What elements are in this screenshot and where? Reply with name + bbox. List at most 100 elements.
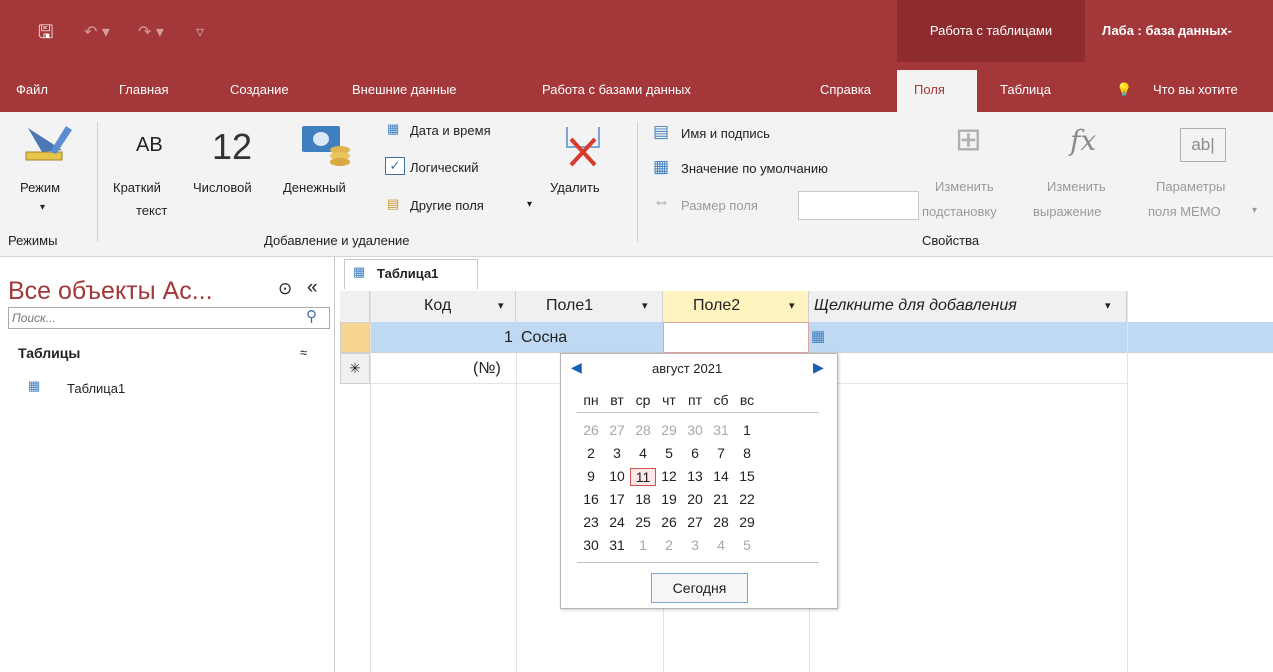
- calendar-day[interactable]: 30: [682, 422, 708, 438]
- calendar-day[interactable]: 8: [734, 445, 760, 461]
- column-header-pole2[interactable]: Поле2 ▾: [663, 291, 809, 322]
- nav-search-input[interactable]: [8, 307, 330, 329]
- name-caption-button[interactable]: Имя и подпись: [681, 126, 770, 141]
- calendar-day[interactable]: 1: [630, 537, 656, 553]
- calendar-day[interactable]: 20: [682, 491, 708, 507]
- collapse-section-icon[interactable]: ≈: [300, 345, 307, 360]
- calendar-day[interactable]: 24: [604, 514, 630, 530]
- chevron-down-icon[interactable]: ▾: [789, 299, 795, 312]
- prev-month-icon[interactable]: ◀: [571, 359, 582, 376]
- calendar-day[interactable]: 15: [734, 468, 760, 484]
- calendar-day[interactable]: 17: [604, 491, 630, 507]
- chevron-down-icon[interactable]: ▾: [498, 299, 504, 312]
- tab-file[interactable]: Файл: [16, 82, 48, 97]
- search-icon[interactable]: ⚲: [306, 307, 317, 325]
- calendar-day[interactable]: 4: [708, 537, 734, 553]
- row-selector[interactable]: [340, 322, 370, 353]
- cell-pole1[interactable]: Сосна: [521, 329, 567, 347]
- delete-field-icon[interactable]: [563, 125, 603, 169]
- column-header-kod[interactable]: Код ▾: [370, 291, 516, 322]
- calendar-day[interactable]: 7: [708, 445, 734, 461]
- chevron-down-icon[interactable]: ▾: [1105, 299, 1111, 312]
- nav-section-tables[interactable]: Таблицы: [18, 345, 80, 361]
- calendar-day[interactable]: 27: [604, 422, 630, 438]
- default-value-button[interactable]: Значение по умолчанию: [681, 161, 828, 176]
- calendar-day[interactable]: 2: [578, 445, 604, 461]
- nav-pane-title[interactable]: Все объекты Ac...: [8, 277, 213, 306]
- calendar-day[interactable]: 16: [578, 491, 604, 507]
- field-size-input[interactable]: [798, 191, 919, 220]
- currency-button[interactable]: Денежный: [283, 180, 346, 195]
- date-picker[interactable]: ◀ август 2021 ▶ пн вт ср чт пт сб вс 26 2…: [560, 353, 838, 609]
- calendar-day[interactable]: 27: [682, 514, 708, 530]
- calendar-day[interactable]: 31: [604, 537, 630, 553]
- tab-help[interactable]: Справка: [820, 82, 871, 97]
- calendar-day[interactable]: 28: [708, 514, 734, 530]
- logical-button[interactable]: Логический: [410, 160, 478, 175]
- calendar-day[interactable]: 23: [578, 514, 604, 530]
- calendar-day[interactable]: 3: [604, 445, 630, 461]
- tab-create[interactable]: Создание: [230, 82, 289, 97]
- datetime-button[interactable]: Дата и время: [410, 123, 491, 138]
- more-fields-button[interactable]: Другие поля: [410, 198, 484, 213]
- document-tab[interactable]: ▦ Таблица1: [344, 259, 478, 289]
- tab-external-data[interactable]: Внешние данные: [352, 82, 457, 97]
- active-cell[interactable]: [663, 322, 809, 353]
- tab-database-tools[interactable]: Работа с базами данных: [542, 82, 691, 97]
- calendar-day[interactable]: 25: [630, 514, 656, 530]
- calendar-day[interactable]: 21: [708, 491, 734, 507]
- calendar-day[interactable]: 14: [708, 468, 734, 484]
- customize-qat-icon[interactable]: ▿: [196, 22, 204, 42]
- calendar-day[interactable]: 29: [656, 422, 682, 438]
- chevron-down-icon[interactable]: ▾: [527, 199, 532, 210]
- save-icon[interactable]: 🖫: [38, 20, 53, 50]
- number-icon[interactable]: 12: [212, 126, 252, 168]
- tab-table[interactable]: Таблица: [1000, 82, 1051, 97]
- collapse-pane-icon[interactable]: «: [307, 277, 318, 299]
- date-picker-icon[interactable]: ▦: [811, 327, 825, 345]
- calendar-day[interactable]: 12: [656, 468, 682, 484]
- calendar-day[interactable]: 6: [682, 445, 708, 461]
- next-month-icon[interactable]: ▶: [813, 359, 824, 376]
- view-mode-icon[interactable]: [22, 122, 72, 164]
- calendar-day[interactable]: 3: [682, 537, 708, 553]
- calendar-day[interactable]: 13: [682, 468, 708, 484]
- select-all-corner[interactable]: [340, 291, 370, 322]
- calendar-day[interactable]: 30: [578, 537, 604, 553]
- undo-icon[interactable]: ↶ ▾: [84, 22, 110, 42]
- calendar-day[interactable]: 18: [630, 491, 656, 507]
- calendar-day[interactable]: 1: [734, 422, 760, 438]
- today-button[interactable]: Сегодня: [651, 573, 748, 603]
- chevron-down-icon[interactable]: ▾: [40, 202, 45, 213]
- calendar-day[interactable]: 5: [656, 445, 682, 461]
- calendar-day[interactable]: 29: [734, 514, 760, 530]
- calendar-day[interactable]: 31: [708, 422, 734, 438]
- tab-home[interactable]: Главная: [119, 82, 168, 97]
- calendar-day[interactable]: 22: [734, 491, 760, 507]
- column-header-pole1[interactable]: Поле1 ▾: [516, 291, 663, 322]
- calendar-day[interactable]: 9: [578, 468, 604, 484]
- currency-icon[interactable]: [300, 124, 352, 166]
- number-button[interactable]: Числовой: [193, 180, 252, 195]
- cell-kod[interactable]: 1: [504, 329, 513, 347]
- tell-me-search[interactable]: Что вы хотите: [1153, 82, 1238, 97]
- redo-icon[interactable]: ↷ ▾: [138, 22, 164, 42]
- short-text-icon[interactable]: AB: [136, 134, 163, 157]
- new-record-icon[interactable]: ✳: [340, 353, 370, 384]
- view-mode-button[interactable]: Режим: [20, 180, 60, 195]
- short-text-button[interactable]: Краткий: [113, 180, 161, 195]
- nav-item-table1[interactable]: Таблица1: [67, 381, 125, 396]
- calendar-day[interactable]: 26: [656, 514, 682, 530]
- calendar-day[interactable]: 5: [734, 537, 760, 553]
- calendar-day[interactable]: 2: [656, 537, 682, 553]
- calendar-day[interactable]: 26: [578, 422, 604, 438]
- delete-button[interactable]: Удалить: [550, 180, 600, 195]
- calendar-day[interactable]: 28: [630, 422, 656, 438]
- calendar-day[interactable]: 19: [656, 491, 682, 507]
- chevron-down-icon[interactable]: ▾: [642, 299, 648, 312]
- tab-fields[interactable]: Поля: [897, 70, 977, 112]
- calendar-day[interactable]: 10: [604, 468, 630, 484]
- calendar-day[interactable]: 4: [630, 445, 656, 461]
- column-header-add[interactable]: Щелкните для добавления ▾: [809, 291, 1127, 322]
- calendar-day[interactable]: 11: [630, 468, 656, 486]
